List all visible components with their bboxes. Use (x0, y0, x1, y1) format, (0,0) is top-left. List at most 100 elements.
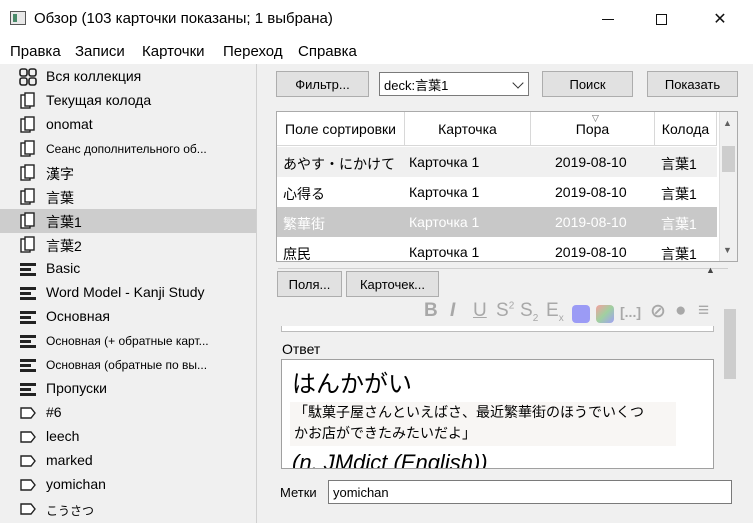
filter-button[interactable]: Фильтр... (276, 71, 369, 97)
sidebar-item-label: Текущая колода (46, 92, 152, 108)
sidebar-item-label: Word Model - Kanji Study (46, 284, 205, 300)
sidebar-item-label: こうさつ (46, 504, 95, 518)
previous-field-editor[interactable] (281, 326, 714, 332)
sidebar-item[interactable]: Вся коллекция (0, 65, 256, 89)
superscript-icon[interactable]: S2 (496, 300, 514, 322)
tag-icon (19, 452, 37, 470)
editor-scroll-thumb[interactable] (724, 309, 736, 379)
minimize-button[interactable] (585, 0, 631, 38)
sidebar-item[interactable]: Пропуски (0, 377, 256, 401)
sidebar-item-label: 言葉1 (46, 214, 82, 230)
sidebar-item[interactable]: onomat (0, 113, 256, 137)
table-cell: 2019-08-10 (555, 214, 627, 230)
collection-icon (19, 68, 37, 86)
underline-icon[interactable]: U (473, 300, 487, 322)
minimize-icon (602, 18, 614, 20)
sidebar-item-label: marked (46, 452, 93, 468)
sidebar-item[interactable]: leech (0, 425, 256, 449)
close-button[interactable]: ✕ (697, 0, 743, 38)
sidebar-item[interactable]: Word Model - Kanji Study (0, 281, 256, 305)
sort-indicator-icon: ▽ (592, 113, 599, 123)
clear-format-icon[interactable]: Ex (546, 300, 564, 324)
italic-icon[interactable]: I (450, 300, 455, 322)
table-row[interactable]: 繁華街 Карточка 1 2019-08-10 言葉1 (277, 207, 717, 237)
sidebar-item[interactable]: 言葉2 (0, 233, 256, 257)
sidebar: Вся коллекция Текущая колода onomat Сеанс д… (0, 64, 257, 523)
sidebar-item[interactable]: Текущая колода (0, 89, 256, 113)
close-icon: ✕ (713, 11, 727, 28)
table-cell: Карточка 1 (409, 214, 480, 230)
tag-icon (19, 404, 37, 422)
sidebar-item-label: yomichan (46, 476, 106, 492)
splitter-handle[interactable] (278, 268, 728, 269)
sidebar-item-label: 言葉 (46, 190, 74, 206)
table-scrollbar[interactable]: ▲ ▼ (719, 112, 737, 261)
table-cell: あやす・にかけて (283, 156, 395, 172)
text-color-icon[interactable] (572, 305, 590, 323)
sidebar-item[interactable]: Основная (+ обратные карт... (0, 329, 256, 353)
app-icon (10, 11, 26, 25)
scroll-up-icon[interactable]: ▲ (723, 118, 732, 128)
sidebar-item[interactable]: こうさつ (0, 497, 256, 521)
deck-icon (19, 116, 37, 134)
scroll-down-icon[interactable]: ▼ (723, 245, 732, 255)
column-header-sort-field[interactable]: Поле сортировки (277, 112, 405, 146)
column-header-card[interactable]: Карточка (405, 112, 531, 146)
more-icon[interactable]: ≡ (698, 300, 709, 322)
preview-button[interactable]: Показать (647, 71, 738, 97)
sidebar-item[interactable]: 言葉 (0, 185, 256, 209)
menu-notes[interactable]: Записи (75, 43, 125, 60)
sidebar-item[interactable]: marked (0, 449, 256, 473)
answer-reading: はんかがい (292, 371, 412, 398)
sidebar-item[interactable]: Основная (0, 305, 256, 329)
sidebar-item[interactable]: 言葉1 (0, 209, 256, 233)
table-cell: 繁華街 (283, 216, 325, 232)
sidebar-item[interactable]: #6 (0, 401, 256, 425)
table-cell: 言葉1 (661, 156, 697, 172)
sidebar-item[interactable]: Сеанс дополнительного об... (0, 137, 256, 161)
maximize-button[interactable] (638, 0, 684, 38)
fields-button[interactable]: Поля... (277, 271, 342, 297)
table-row[interactable]: 庶民 Карточка 1 2019-08-10 言葉1 (277, 237, 717, 261)
tags-input[interactable]: yomichan (328, 480, 732, 504)
sidebar-item-label: #6 (46, 404, 62, 420)
sidebar-item-label: Вся коллекция (46, 68, 142, 84)
table-cell: 言葉1 (661, 216, 697, 232)
search-query-text: deck:言葉1 (384, 77, 449, 93)
menu-edit[interactable]: Правка (10, 43, 61, 60)
answer-field-editor[interactable]: はんかがい 「駄菓子屋さんといえばさ、最近繁華街のほうでいくつ かお店ができたみ… (281, 359, 714, 469)
sidebar-item[interactable]: Basic (0, 257, 256, 281)
cloze-icon[interactable]: [...] (620, 304, 641, 320)
subscript-icon[interactable]: S2 (520, 300, 538, 324)
sidebar-item[interactable]: 漢字 (0, 161, 256, 185)
window-title: Обзор (103 карточки показаны; 1 выбрана) (34, 10, 333, 27)
menu-bar: Правка Записи Карточки Переход Справка (0, 38, 753, 64)
search-button[interactable]: Поиск (542, 71, 633, 97)
answer-example-sentence: 「駄菓子屋さんといえばさ、最近繁華街のほうでいくつ かお店ができたみたいだよ」 (290, 402, 676, 446)
table-cell: Карточка 1 (409, 184, 480, 200)
note-type-icon (19, 284, 37, 302)
table-row[interactable]: 心得る Карточка 1 2019-08-10 言葉1 (277, 177, 717, 207)
bold-icon[interactable]: B (424, 300, 438, 322)
search-query-select[interactable]: deck:言葉1 (379, 72, 529, 96)
tags-label: Метки (280, 485, 317, 500)
splitter-icon: ▲ (706, 265, 715, 275)
table-row[interactable]: あやす・にかけて Карточка 1 2019-08-10 言葉1 (277, 147, 717, 177)
highlight-color-icon[interactable] (596, 305, 614, 323)
record-icon[interactable]: ● (675, 300, 686, 322)
menu-cards[interactable]: Карточки (142, 43, 205, 60)
answer-quote-line-2: かお店ができたみたいだよ」 (294, 425, 476, 441)
menu-help[interactable]: Справка (298, 43, 357, 60)
cards-button[interactable]: Карточек... (346, 271, 439, 297)
sidebar-item[interactable]: yomichan (0, 473, 256, 497)
note-type-icon (19, 332, 37, 350)
menu-go[interactable]: Переход (223, 43, 283, 60)
sidebar-item[interactable]: Основная (обратные по вы... (0, 353, 256, 377)
editor-scrollbar[interactable] (724, 309, 738, 469)
table-cell: 2019-08-10 (555, 154, 627, 170)
sidebar-item-label: onomat (46, 116, 93, 132)
attach-icon[interactable]: ⊘ (650, 300, 666, 323)
table-scroll-thumb[interactable] (722, 146, 735, 172)
note-type-icon (19, 356, 37, 374)
column-header-deck[interactable]: Колода (655, 112, 717, 146)
